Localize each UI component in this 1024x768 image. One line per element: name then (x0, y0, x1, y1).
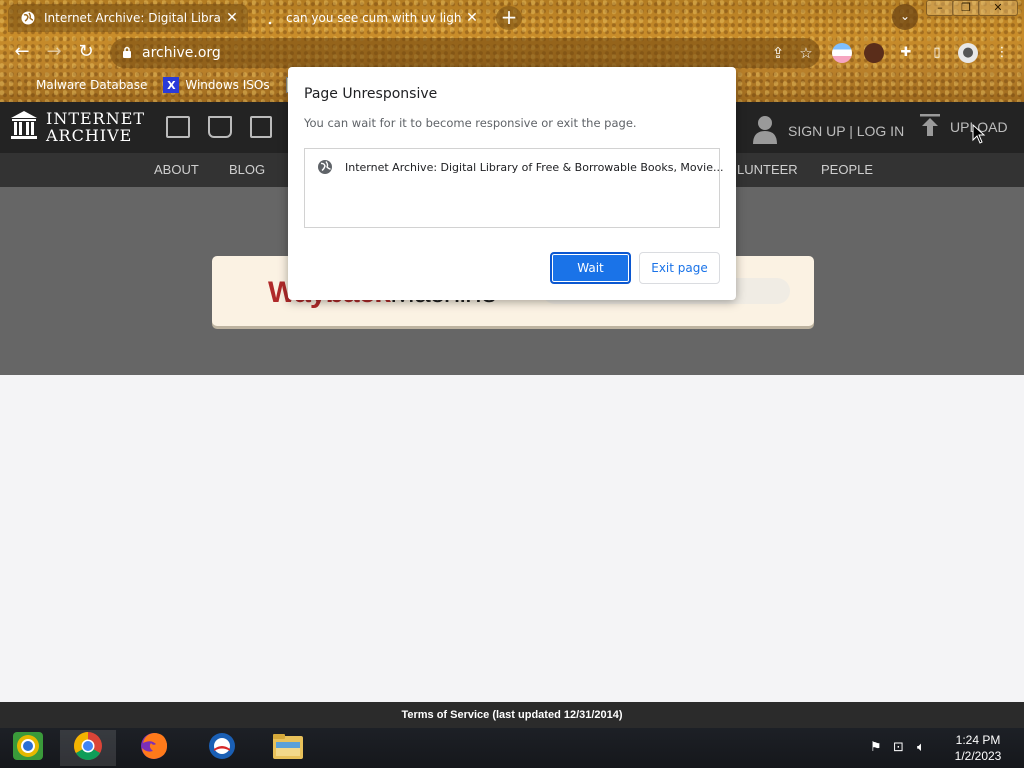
logo-line-2: ARCHIVE (46, 126, 133, 145)
clock-time: 1:24 PM (955, 733, 1001, 747)
video-film-icon[interactable] (250, 116, 272, 138)
windows-x-icon: X (163, 77, 180, 93)
ia-logo[interactable]: INTERNET ARCHIVE (10, 110, 145, 144)
nav-volunteer[interactable]: LUNTEER (737, 162, 798, 177)
tab-close-icon[interactable]: ✕ (222, 10, 242, 26)
page-item-title: Internet Archive: Digital Library of Fre… (345, 160, 724, 174)
clock-date: 1/2/2023 (954, 749, 1002, 763)
profile-icon[interactable]: ● (958, 43, 978, 63)
folder-icon (272, 732, 304, 764)
close-icon: ✕ (993, 1, 1003, 14)
action-center-flag-icon[interactable]: ⚑ (870, 740, 882, 755)
extensions-puzzle-icon[interactable]: ✚ (896, 43, 916, 63)
taskbar-firefox[interactable] (126, 730, 182, 766)
chrome-icon (73, 731, 103, 765)
forward-button[interactable]: → (42, 41, 66, 65)
system-clock[interactable]: 1:24 PM 1/2/2023 (940, 732, 1016, 764)
start-button[interactable] (0, 730, 56, 766)
dialog-title: Page Unresponsive (304, 86, 438, 102)
star-icon[interactable]: ☆ (792, 44, 820, 62)
taskbar-opera-icon-app[interactable] (194, 730, 250, 766)
restore-icon: ❐ (961, 1, 971, 14)
nav-blog[interactable]: BLOG (229, 162, 265, 177)
signin-label: SIGN UP | LOG IN (788, 122, 905, 139)
arrow-left-icon: ← (14, 41, 30, 62)
logo-line-1: INTERNET (46, 109, 146, 128)
minimize-icon: – (937, 1, 943, 14)
loading-icon (262, 10, 278, 26)
upload-icon (920, 114, 940, 139)
dialog-message: You can wait for it to become responsive… (304, 116, 637, 130)
blue-circle-app-icon (207, 731, 237, 765)
taskbar-file-explorer[interactable] (260, 730, 316, 766)
user-icon (752, 114, 778, 147)
url-text: archive.org (142, 45, 221, 61)
unresponsive-page-item: Internet Archive: Digital Library of Fre… (317, 159, 723, 175)
tab-title: can you see cum with uv light - Go (286, 11, 462, 25)
taskbar-chrome[interactable] (60, 730, 116, 766)
bookmark-label: Windows ISOs (185, 78, 270, 92)
bookmark-label: Malware Database (36, 78, 148, 92)
ia-content-area (0, 375, 1024, 702)
nav-about[interactable]: ABOUT (154, 162, 199, 177)
reload-icon: ↻ (78, 41, 94, 62)
browser-toolbar: ← → ↻ archive.org ⇪ ☆ ✚ ▯ ● ⋮ (0, 36, 1024, 70)
archive-building-icon (10, 110, 38, 144)
bookmark-windows-isos[interactable]: X Windows ISOs (163, 77, 270, 93)
texts-book-icon[interactable] (208, 116, 232, 138)
share-icon[interactable]: ⇪ (764, 44, 792, 62)
sign-in-link[interactable]: SIGN UP | LOG IN (752, 114, 904, 147)
menu-kebab-icon[interactable]: ⋮ (992, 43, 1012, 63)
globe-icon (20, 10, 36, 26)
nav-people[interactable]: PEOPLE (821, 162, 873, 177)
extension-flag-icon[interactable] (832, 43, 852, 63)
exit-page-button[interactable]: Exit page (639, 252, 720, 284)
side-panel-icon[interactable]: ▯ (927, 43, 947, 63)
chevron-down-icon: ⌄ (899, 9, 911, 23)
upload-link[interactable]: UPLOAD (920, 114, 1008, 139)
lock-icon (122, 46, 132, 61)
bookmark-malware-database[interactable]: Malware Database (36, 78, 147, 92)
network-icon[interactable]: ⊡ (893, 740, 904, 755)
new-tab-button[interactable]: + (496, 6, 522, 30)
terms-footer[interactable]: Terms of Service (last updated 12/31/201… (0, 702, 1024, 728)
page-unresponsive-dialog: Page Unresponsive You can wait for it to… (288, 67, 736, 300)
tab-google-search[interactable]: can you see cum with uv light - Go ✕ (250, 4, 488, 32)
back-button[interactable]: ← (10, 41, 34, 65)
tab-close-icon[interactable]: ✕ (462, 10, 482, 26)
restore-button[interactable]: ❐ (952, 0, 980, 16)
extension-avatar-icon[interactable] (864, 43, 884, 63)
tab-search-button[interactable]: ⌄ (892, 4, 918, 30)
chromeos-start-icon (11, 730, 45, 766)
arrow-right-icon: → (46, 41, 62, 62)
reload-button[interactable]: ↻ (74, 41, 98, 65)
wait-button[interactable]: Wait (550, 252, 631, 284)
unresponsive-pages-list: Internet Archive: Digital Library of Fre… (304, 148, 723, 228)
globe-icon (317, 159, 333, 175)
tab-internet-archive[interactable]: Internet Archive: Digital Library ✕ (8, 4, 248, 32)
minimize-button[interactable]: – (926, 0, 954, 16)
address-bar[interactable]: archive.org ⇪ ☆ (110, 38, 820, 68)
windows-taskbar: ⚑ ⊡ 🔈︎ 1:24 PM 1/2/2023 (0, 728, 1024, 768)
volume-icon[interactable]: 🔈︎ (917, 740, 925, 755)
firefox-icon (139, 731, 169, 765)
close-window-button[interactable]: ✕ (978, 0, 1018, 16)
web-icon[interactable] (166, 116, 190, 138)
tab-title: Internet Archive: Digital Library (44, 11, 222, 25)
